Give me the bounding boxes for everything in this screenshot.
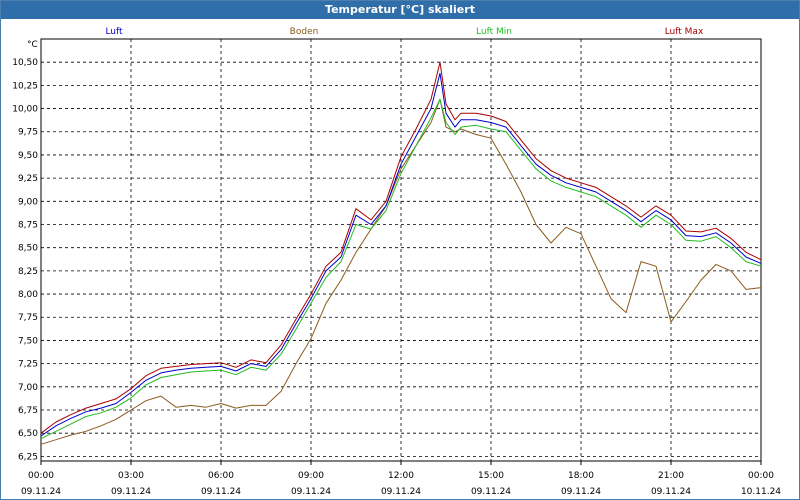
- x-axis-ticks: 00:00 09.11.24 03:00 09.11.24 06:00 09.11.24 0…: [21, 471, 781, 497]
- y-tick-label: 8,25: [18, 267, 38, 277]
- x-tick-date: 09.11.24: [381, 487, 421, 497]
- legend-entry-luft: Luft: [105, 27, 123, 37]
- x-tick-date: 09.11.24: [201, 487, 241, 497]
- y-tick-label: 7,75: [18, 313, 38, 323]
- y-tick-label: 7,00: [18, 383, 38, 393]
- x-tick-time: 09:00: [298, 471, 324, 481]
- legend: Luft Boden Luft Min Luft Max: [105, 27, 704, 37]
- x-tick-date: 09.11.24: [561, 487, 601, 497]
- x-tick-time: 00:00: [748, 471, 774, 481]
- temperature-chart: 6,25 6,50 6,75 7,00 7,25 7,50 7,75 8,00 8,25 8,50…: [12, 27, 781, 497]
- y-tick-label: 8,50: [18, 244, 38, 254]
- y-tick-label: 10,25: [12, 81, 38, 91]
- grid: [40, 38, 762, 465]
- y-axis-label: °C: [27, 40, 38, 50]
- x-tick-time: 21:00: [658, 471, 684, 481]
- y-tick-label: 7,50: [18, 336, 38, 346]
- x-tick-date: 09.11.24: [111, 487, 151, 497]
- x-tick-date: 10.11.24: [741, 487, 781, 497]
- y-tick-label: 9,25: [18, 174, 38, 184]
- y-tick-label: 9,50: [18, 151, 38, 161]
- x-tick-date: 09.11.24: [471, 487, 511, 497]
- y-tick-label: 8,75: [18, 220, 38, 230]
- y-tick-label: 10,00: [12, 105, 38, 115]
- x-tick-date: 09.11.24: [21, 487, 61, 497]
- y-tick-label: 10,50: [12, 58, 38, 68]
- y-tick-label: 9,75: [18, 128, 38, 138]
- x-tick-time: 06:00: [208, 471, 234, 481]
- chart-title: Temperatur [°C] skaliert: [1, 1, 799, 19]
- x-tick-date: 09.11.24: [651, 487, 691, 497]
- x-tick-time: 18:00: [568, 471, 594, 481]
- legend-entry-luft-min: Luft Min: [476, 27, 512, 37]
- y-tick-label: 6,25: [18, 452, 38, 462]
- x-tick-time: 00:00: [28, 471, 54, 481]
- y-tick-label: 6,75: [18, 406, 38, 416]
- x-tick-date: 09.11.24: [291, 487, 331, 497]
- legend-entry-luft-max: Luft Max: [665, 27, 704, 37]
- y-tick-label: 6,50: [18, 429, 38, 439]
- chart-window: 6,25 6,50 6,75 7,00 7,25 7,50 7,75 8,00 8,25 8,50…: [0, 0, 800, 500]
- series-line-boden: [40, 98, 762, 445]
- y-tick-label: 7,25: [18, 360, 38, 370]
- y-axis-ticks: 6,25 6,50 6,75 7,00 7,25 7,50 7,75 8,00 8,25 8,50…: [12, 58, 38, 462]
- x-tick-time: 12:00: [388, 471, 414, 481]
- x-tick-time: 15:00: [478, 471, 504, 481]
- x-tick-time: 03:00: [118, 471, 144, 481]
- legend-entry-boden: Boden: [290, 27, 319, 37]
- y-tick-label: 9,00: [18, 197, 38, 207]
- y-tick-label: 8,00: [18, 290, 38, 300]
